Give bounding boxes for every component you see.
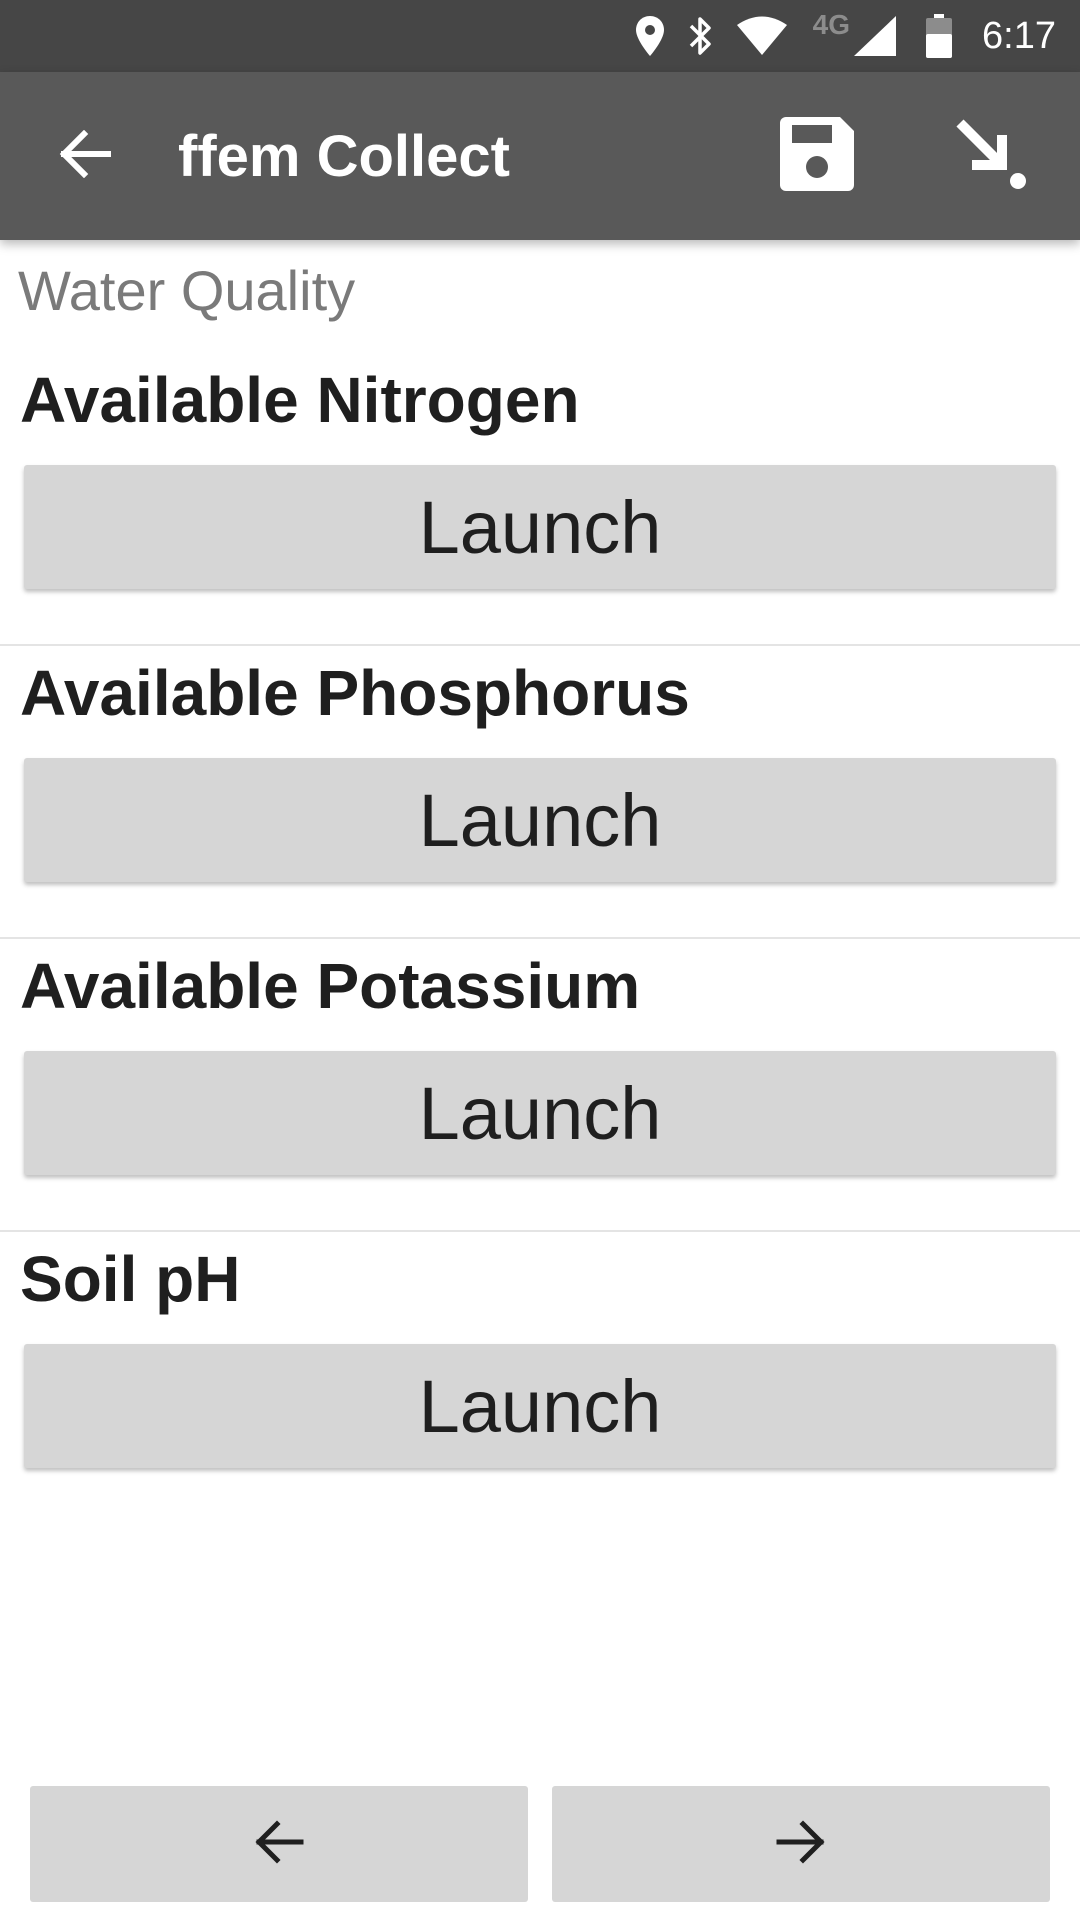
wifi-icon bbox=[736, 16, 787, 56]
back-button[interactable] bbox=[40, 111, 130, 201]
status-bar: 4G 6:17 bbox=[0, 0, 1080, 72]
form-navigation bbox=[0, 1786, 1080, 1902]
question-soil-ph: Soil pH Launch bbox=[0, 1232, 1080, 1525]
jump-to-button[interactable] bbox=[936, 101, 1046, 211]
jump-to-icon bbox=[954, 117, 1028, 196]
question-available-nitrogen: Available Nitrogen Launch bbox=[0, 353, 1080, 646]
arrow-left-icon bbox=[253, 1819, 305, 1870]
question-available-phosphorus: Available Phosphorus Launch bbox=[0, 646, 1080, 939]
launch-button[interactable]: Launch bbox=[24, 1344, 1056, 1468]
app-bar: ffem Collect bbox=[0, 72, 1080, 240]
location-icon bbox=[635, 16, 665, 56]
question-label: Available Nitrogen bbox=[20, 364, 580, 436]
arrow-left-icon bbox=[58, 129, 112, 183]
question-available-potassium: Available Potassium Launch bbox=[0, 939, 1080, 1232]
save-button[interactable] bbox=[762, 101, 872, 211]
form-content: Water Quality Available Nitrogen Launch … bbox=[0, 240, 1080, 1740]
launch-button[interactable]: Launch bbox=[24, 465, 1056, 589]
battery-icon bbox=[926, 14, 953, 58]
app-title: ffem Collect bbox=[178, 123, 510, 189]
previous-button[interactable] bbox=[30, 1786, 528, 1902]
launch-button[interactable]: Launch bbox=[24, 1051, 1056, 1175]
status-time: 6:17 bbox=[982, 14, 1056, 57]
network-type-label: 4G bbox=[812, 9, 851, 40]
question-label: Available Phosphorus bbox=[20, 657, 690, 729]
next-button[interactable] bbox=[552, 1786, 1050, 1902]
bluetooth-icon bbox=[687, 15, 715, 57]
cell-signal-icon bbox=[854, 16, 897, 56]
question-label: Soil pH bbox=[20, 1243, 241, 1315]
arrow-right-icon bbox=[775, 1819, 827, 1870]
save-icon bbox=[780, 116, 854, 196]
launch-button[interactable]: Launch bbox=[24, 758, 1056, 882]
question-label: Available Potassium bbox=[20, 950, 641, 1022]
group-label: Water Quality bbox=[18, 259, 356, 322]
